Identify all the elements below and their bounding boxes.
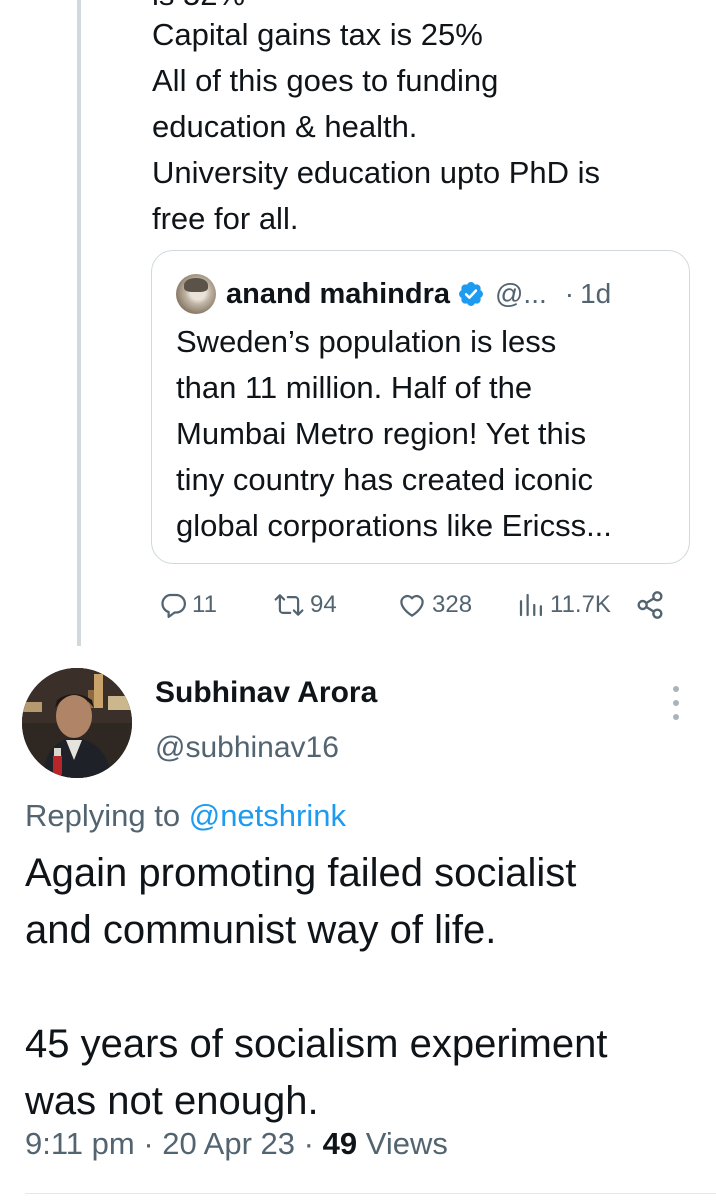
quoted-text-line: global corporations like Ericss... [176, 508, 612, 543]
parent-text-line: All of this goes to funding [152, 63, 499, 98]
reply-author-name[interactable]: Subhinav Arora [155, 676, 377, 710]
reply-count: 11 [192, 591, 217, 618]
quoted-author-handle[interactable]: @... [495, 278, 547, 310]
replying-to: Replying to @netshrink [25, 798, 346, 834]
views-icon [519, 593, 542, 617]
reply-icon [161, 593, 186, 618]
quoted-tweet-header: anand mahindra @... · 1d [176, 273, 669, 315]
replying-to-label: Replying to [25, 798, 181, 833]
more-vertical-icon[interactable] [668, 686, 684, 720]
reply-author-avatar[interactable] [22, 668, 132, 778]
verified-badge-icon [459, 282, 483, 306]
parent-text-line: is 52% [152, 0, 692, 12]
views-count: 11.7K [550, 591, 611, 618]
reply-text-line: Again promoting failed socialist [25, 851, 577, 895]
parent-text-line: free for all. [152, 201, 299, 236]
share-button[interactable] [634, 582, 670, 628]
divider [25, 1193, 716, 1194]
quoted-time-separator: · [564, 278, 575, 309]
more-dot [673, 700, 679, 706]
heart-icon [400, 594, 424, 617]
reply-text-line: and communist way of life. [25, 908, 497, 952]
meta-separator: · [303, 1126, 314, 1161]
thread-connector-line [77, 0, 81, 646]
tweet-metadata: 9:11 pm · 20 Apr 23 · 49 Views [25, 1126, 448, 1162]
tweet-views-count: 49 [322, 1126, 358, 1161]
repost-icon [274, 594, 304, 616]
quoted-text-line: Mumbai Metro region! Yet this [176, 416, 587, 451]
views-button[interactable]: 11.7K [516, 582, 611, 628]
quoted-text-line: tiny country has created iconic [176, 462, 593, 497]
more-dot [673, 714, 679, 720]
quoted-text-line: than 11 million. Half of the [176, 370, 533, 405]
parent-tweet-actions: 11 94 328 11.7K [152, 582, 672, 628]
quoted-tweet-text: Sweden’s population is less than 11 mill… [176, 319, 676, 549]
like-button[interactable]: 328 [396, 582, 472, 628]
reply-button[interactable]: 11 [158, 582, 217, 628]
reply-text-line: 45 years of socialism experiment [25, 1022, 608, 1066]
reply-text-line [25, 959, 705, 1016]
parent-tweet-text: is 52% Capital gains tax is 25% All of t… [152, 0, 692, 242]
reply-tweet-text: Again promoting failed socialist and com… [25, 845, 705, 1130]
tweet-date[interactable]: 20 Apr 23 [162, 1126, 295, 1161]
reply-text-line: was not enough. [25, 1079, 319, 1123]
like-count: 328 [432, 591, 473, 618]
quoted-text-line: Sweden’s population is less [176, 324, 557, 359]
repost-button[interactable]: 94 [272, 582, 337, 628]
meta-separator: · [143, 1126, 154, 1161]
quoted-author-name[interactable]: anand mahindra [226, 278, 450, 311]
quoted-tweet-time[interactable]: 1d [580, 278, 611, 310]
reply-author-handle[interactable]: @subhinav16 [155, 731, 339, 765]
parent-text-line: Capital gains tax is 25% [152, 17, 483, 52]
parent-text-line: education & health. [152, 109, 418, 144]
more-dot [673, 686, 679, 692]
avatar-photo [22, 668, 132, 778]
share-icon [637, 591, 663, 619]
quoted-author-avatar[interactable] [176, 274, 216, 314]
repost-count: 94 [310, 591, 337, 618]
tweet-views-label: Views [365, 1126, 448, 1161]
quoted-tweet-card[interactable]: anand mahindra @... · 1d Sweden’s popula… [151, 250, 690, 564]
replying-to-mention[interactable]: @netshrink [189, 798, 346, 833]
parent-text-line: University education upto PhD is [152, 155, 601, 190]
tweet-time[interactable]: 9:11 pm [25, 1126, 135, 1161]
